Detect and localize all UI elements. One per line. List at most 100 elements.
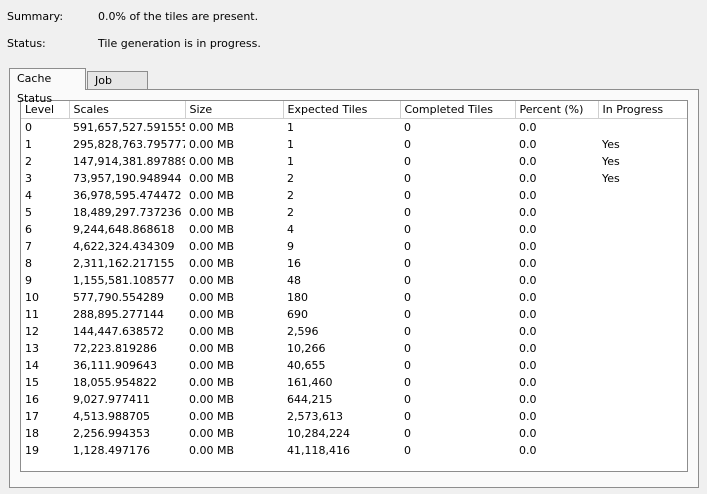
table-row[interactable]: 16 9,027.977411 0.00 MB 644,215 0 0.0 [21, 391, 687, 408]
column-header-size[interactable]: Size [185, 101, 284, 119]
cell-scale: 147,914,381.897889 [73, 155, 185, 168]
cell-scale: 72,223.819286 [73, 342, 157, 355]
cell-size: 0.00 MB [189, 342, 235, 355]
cell-in-progress [598, 255, 687, 272]
cell-expected-tiles: 161,460 [287, 376, 333, 389]
cell-size: 0.00 MB [189, 223, 235, 236]
cache-status-table: Level Scales Size Expected Tiles Complet… [21, 101, 687, 459]
cell-expected-tiles: 9 [287, 240, 294, 253]
table-row[interactable]: 11 288,895.277144 0.00 MB 690 0 0.0 [21, 306, 687, 323]
cell-level: 0 [25, 121, 32, 134]
table-row[interactable]: 12 144,447.638572 0.00 MB 2,596 0 0.0 [21, 323, 687, 340]
column-header-percent[interactable]: Percent (%) [515, 101, 599, 119]
cell-percent: 0.0 [519, 376, 537, 389]
cell-in-progress: Yes [602, 138, 620, 151]
table-row[interactable]: 1 295,828,763.795777 0.00 MB 1 0 0.0 Yes [21, 136, 687, 153]
cell-size: 0.00 MB [189, 376, 235, 389]
table-row[interactable]: 3 73,957,190.948944 0.00 MB 2 0 0.0 Yes [21, 170, 687, 187]
cell-scale: 2,256.994353 [73, 427, 150, 440]
cell-expected-tiles: 690 [287, 308, 308, 321]
tab-cache-status[interactable]: Cache Status [9, 68, 86, 105]
cell-percent: 0.0 [519, 138, 537, 151]
cell-completed-tiles: 0 [404, 223, 411, 236]
cell-completed-tiles: 0 [404, 444, 411, 457]
cell-size: 0.00 MB [189, 240, 235, 253]
cell-in-progress: Yes [602, 155, 620, 168]
cell-percent: 0.0 [519, 427, 537, 440]
cell-level: 13 [25, 342, 39, 355]
cell-size: 0.00 MB [189, 189, 235, 202]
cell-size: 0.00 MB [189, 121, 235, 134]
cell-size: 0.00 MB [189, 308, 235, 321]
table-row[interactable]: 17 4,513.988705 0.00 MB 2,573,613 0 0.0 [21, 408, 687, 425]
table-row[interactable]: 5 18,489,297.737236 0.00 MB 2 0 0.0 [21, 204, 687, 221]
cell-completed-tiles: 0 [404, 308, 411, 321]
cell-expected-tiles: 1 [287, 121, 294, 134]
cell-in-progress [598, 238, 687, 255]
cell-completed-tiles: 0 [404, 121, 411, 134]
cell-level: 3 [25, 172, 32, 185]
cell-percent: 0.0 [519, 172, 537, 185]
cell-size: 0.00 MB [189, 172, 235, 185]
cell-percent: 0.0 [519, 308, 537, 321]
cell-level: 16 [25, 393, 39, 406]
cell-level: 18 [25, 427, 39, 440]
cell-scale: 144,447.638572 [73, 325, 164, 338]
cell-percent: 0.0 [519, 257, 537, 270]
cell-expected-tiles: 10,266 [287, 342, 326, 355]
cell-expected-tiles: 2,596 [287, 325, 319, 338]
cell-scale: 4,513.988705 [73, 410, 150, 423]
cell-in-progress [598, 425, 687, 442]
cell-level: 2 [25, 155, 32, 168]
cell-size: 0.00 MB [189, 325, 235, 338]
table-row[interactable]: 10 577,790.554289 0.00 MB 180 0 0.0 [21, 289, 687, 306]
table-row[interactable]: 9 1,155,581.108577 0.00 MB 48 0 0.0 [21, 272, 687, 289]
cell-completed-tiles: 0 [404, 155, 411, 168]
cell-percent: 0.0 [519, 189, 537, 202]
cell-level: 6 [25, 223, 32, 236]
column-header-scales[interactable]: Scales [69, 101, 186, 119]
table-row[interactable]: 15 18,055.954822 0.00 MB 161,460 0 0.0 [21, 374, 687, 391]
table-row[interactable]: 0 591,657,527.591555 0.00 MB 1 0 0.0 [21, 119, 687, 137]
cell-completed-tiles: 0 [404, 342, 411, 355]
cell-completed-tiles: 0 [404, 189, 411, 202]
table-row[interactable]: 6 9,244,648.868618 0.00 MB 4 0 0.0 [21, 221, 687, 238]
cell-size: 0.00 MB [189, 410, 235, 423]
table-row[interactable]: 18 2,256.994353 0.00 MB 10,284,224 0 0.0 [21, 425, 687, 442]
cell-expected-tiles: 41,118,416 [287, 444, 350, 457]
column-header-expected-tiles[interactable]: Expected Tiles [283, 101, 401, 119]
cell-in-progress [598, 340, 687, 357]
table-row[interactable]: 8 2,311,162.217155 0.00 MB 16 0 0.0 [21, 255, 687, 272]
table-row[interactable]: 2 147,914,381.897889 0.00 MB 1 0 0.0 Yes [21, 153, 687, 170]
cell-expected-tiles: 4 [287, 223, 294, 236]
cell-expected-tiles: 16 [287, 257, 301, 270]
cell-size: 0.00 MB [189, 155, 235, 168]
tab-job-status[interactable]: Job Status [87, 71, 148, 105]
column-header-completed-tiles[interactable]: Completed Tiles [400, 101, 516, 119]
cell-expected-tiles: 180 [287, 291, 308, 304]
table-row[interactable]: 14 36,111.909643 0.00 MB 40,655 0 0.0 [21, 357, 687, 374]
cell-in-progress [598, 374, 687, 391]
cell-percent: 0.0 [519, 393, 537, 406]
column-header-in-progress[interactable]: In Progress [598, 101, 687, 119]
cache-status-dialog: Summary: 0.0% of the tiles are present. … [0, 0, 707, 494]
cell-percent: 0.0 [519, 240, 537, 253]
table-row[interactable]: 7 4,622,324.434309 0.00 MB 9 0 0.0 [21, 238, 687, 255]
table-row[interactable]: 13 72,223.819286 0.00 MB 10,266 0 0.0 [21, 340, 687, 357]
cell-size: 0.00 MB [189, 206, 235, 219]
summary-value: 0.0% of the tiles are present. [98, 10, 259, 23]
cell-percent: 0.0 [519, 410, 537, 423]
cell-in-progress [598, 289, 687, 306]
cell-level: 17 [25, 410, 39, 423]
cell-expected-tiles: 644,215 [287, 393, 333, 406]
cell-size: 0.00 MB [189, 138, 235, 151]
table-row[interactable]: 19 1,128.497176 0.00 MB 41,118,416 0 0.0 [21, 442, 687, 459]
cell-in-progress [598, 187, 687, 204]
cell-scale: 36,978,595.474472 [73, 189, 182, 202]
cell-completed-tiles: 0 [404, 291, 411, 304]
cell-completed-tiles: 0 [404, 206, 411, 219]
cell-completed-tiles: 0 [404, 257, 411, 270]
cell-completed-tiles: 0 [404, 410, 411, 423]
table-header-row: Level Scales Size Expected Tiles Complet… [21, 101, 687, 119]
table-row[interactable]: 4 36,978,595.474472 0.00 MB 2 0 0.0 [21, 187, 687, 204]
